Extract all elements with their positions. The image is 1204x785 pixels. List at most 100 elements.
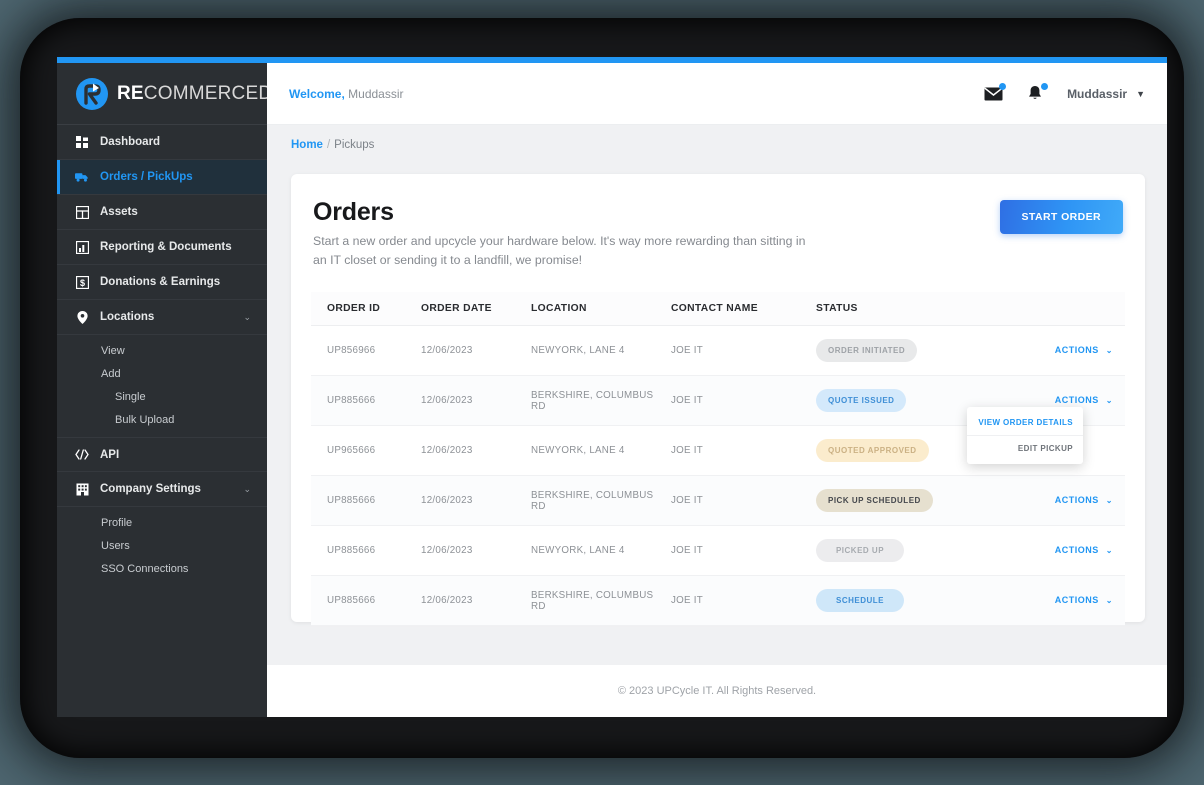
sidebar-item-orders-pickups[interactable]: Orders / PickUps (57, 160, 267, 195)
envelope-icon[interactable] (983, 82, 1007, 104)
user-menu[interactable]: Muddassir ▼ (1067, 87, 1145, 101)
start-order-button[interactable]: START ORDER (999, 200, 1123, 234)
company-settings-submenu: Profile Users SSO Connections (57, 507, 267, 586)
sidebar-subitem-sso-connections[interactable]: SSO Connections (57, 557, 267, 580)
cell-order-id: UP885666 (311, 575, 421, 627)
cell-status: PICKED UP (816, 525, 1016, 577)
menu-item-edit-pickup[interactable]: EDIT PICKUP (967, 436, 1083, 461)
breadcrumb-separator: / (326, 139, 331, 151)
cell-location: BERKSHIRE, COLUMBUS RD (531, 575, 671, 627)
chevron-down-icon: ⌄ (1105, 545, 1113, 555)
actions-dropdown-menu: VIEW ORDER DETAILS EDIT PICKUP (967, 407, 1083, 465)
table-row: UP885666 12/06/2023 BERKSHIRE, COLUMBUS RD… (311, 475, 1125, 527)
sidebar-item-label: Donations & Earnings (100, 276, 221, 288)
sidebar-item-assets[interactable]: Assets (57, 195, 267, 230)
cell-order-id: UP885666 (311, 525, 421, 577)
chevron-down-icon: ⌄ (1105, 345, 1113, 355)
locations-submenu: View Add Single Bulk Upload (57, 335, 267, 437)
cell-actions: ACTIONS ⌄ (1016, 325, 1125, 377)
cell-order-date: 12/06/2023 (421, 525, 531, 577)
topbar-actions: Muddassir ▼ (983, 82, 1145, 104)
main-area: Welcome, Muddassir Muddassir ▼ Home / Pi… (267, 63, 1167, 717)
actions-label: ACTIONS (1054, 545, 1099, 556)
cell-contact-name: JOE IT (671, 475, 816, 527)
cell-location: BERKSHIRE, COLUMBUS RD (531, 475, 671, 527)
sidebar-item-company-settings[interactable]: Company Settings ⌄ (57, 472, 267, 507)
assets-grid-icon (75, 205, 89, 219)
envelope-badge-dot (999, 82, 1007, 90)
sidebar-item-dashboard[interactable]: Dashboard (57, 125, 267, 160)
cell-actions: ACTIONS ⌄ VIEW ORDER DETAILS EDIT PICKUP (967, 375, 1125, 465)
breadcrumb: Home / Pickups (267, 125, 1167, 165)
cell-status: PICK UP SCHEDULED (816, 475, 1016, 527)
column-header-location: LOCATION (531, 292, 671, 327)
building-icon (75, 482, 89, 496)
sidebar-subitem-profile[interactable]: Profile (57, 511, 267, 534)
brand-logo-bold: RE (117, 82, 144, 104)
sidebar-item-api[interactable]: API (57, 437, 267, 472)
sidebar-item-donations-earnings[interactable]: $ Donations & Earnings (57, 265, 267, 300)
footer: © 2023 UPCycle IT. All Rights Reserved. (267, 665, 1167, 717)
sidebar-item-locations[interactable]: Locations ⌄ (57, 300, 267, 335)
column-header-order-date: ORDER DATE (421, 292, 531, 327)
chevron-down-icon: ⌄ (1105, 395, 1113, 405)
orders-card-header: Orders Start a new order and upcycle you… (311, 198, 1125, 270)
bell-icon[interactable] (1025, 82, 1049, 104)
cell-order-id: UP885666 (311, 475, 421, 527)
bar-chart-icon (75, 240, 89, 254)
actions-label: ACTIONS (1054, 395, 1099, 406)
breadcrumb-home[interactable]: Home (291, 139, 323, 151)
brand-logo-text: RECOMMERCED (117, 83, 272, 105)
cell-order-date: 12/06/2023 (421, 375, 531, 427)
sidebar-item-label: API (100, 448, 120, 461)
cell-status: SCHEDULE (816, 575, 1016, 627)
sidebar-subitem-single[interactable]: Single (57, 385, 267, 408)
chevron-down-icon: ▼ (1136, 88, 1145, 99)
table-row: UP856966 12/06/2023 NEWYORK, LANE 4 JOE IT O… (311, 325, 1125, 377)
sidebar-item-label: Assets (100, 206, 138, 218)
sidebar-subitem-add[interactable]: Add (57, 362, 267, 385)
sidebar-item-label: Dashboard (100, 136, 161, 148)
status-badge: PICKED UP (816, 539, 904, 563)
cell-actions: ACTIONS ⌄ (1016, 525, 1125, 577)
cell-location: NEWYORK, LANE 4 (531, 325, 671, 377)
brand-logo-rest: COMMERCED (143, 82, 273, 104)
status-badge: ORDER INITIATED (816, 339, 918, 363)
sidebar-item-reporting-documents[interactable]: Reporting & Documents (57, 230, 267, 265)
table-row: UP885666 12/06/2023 BERKSHIRE, COLUMBUS RD… (311, 575, 1125, 627)
cell-location: BERKSHIRE, COLUMBUS RD (531, 375, 671, 427)
menu-item-view-order-details[interactable]: VIEW ORDER DETAILS (967, 410, 1083, 437)
sidebar-subitem-view[interactable]: View (57, 339, 267, 362)
orders-table-body: UP856966 12/06/2023 NEWYORK, LANE 4 JOE IT O… (311, 325, 1125, 627)
actions-button[interactable]: ACTIONS ⌄ (1055, 595, 1113, 605)
welcome-message: Welcome, Muddassir (289, 87, 404, 101)
application-window: RECOMMERCED Dashboard Orders / PickUps A… (57, 57, 1167, 717)
orders-card: Orders Start a new order and upcycle you… (291, 174, 1145, 627)
page-subtitle: Start a new order and upcycle your hardw… (313, 234, 806, 268)
orders-table: ORDER ID ORDER DATE LOCATION CONTACT NAM… (311, 292, 1125, 627)
actions-button[interactable]: ACTIONS ⌄ (1055, 395, 1113, 405)
breadcrumb-current: Pickups (334, 139, 375, 151)
actions-button[interactable]: ACTIONS ⌄ (1055, 545, 1113, 555)
copyright-text: © 2023 UPCycle IT. All Rights Reserved. (617, 685, 817, 697)
sidebar-subitem-bulk-upload[interactable]: Bulk Upload (57, 408, 267, 431)
sidebar-nav: Dashboard Orders / PickUps Assets Report… (57, 125, 267, 586)
screen: RECOMMERCED Dashboard Orders / PickUps A… (0, 0, 1204, 785)
sidebar-subitem-users[interactable]: Users (57, 534, 267, 557)
actions-button[interactable]: ACTIONS ⌄ (1055, 345, 1113, 355)
table-row: UP885666 12/06/2023 BERKSHIRE, COLUMBUS RD… (311, 375, 1125, 465)
brand-logo[interactable]: RECOMMERCED (57, 63, 272, 125)
cell-actions: ACTIONS ⌄ (1016, 575, 1125, 627)
status-badge: PICK UP SCHEDULED (816, 489, 933, 513)
user-name: Muddassir (1067, 86, 1128, 101)
cell-contact-name: JOE IT (671, 425, 816, 477)
bell-badge-dot (1041, 82, 1049, 90)
welcome-label: Welcome, (289, 86, 345, 101)
actions-button[interactable]: ACTIONS ⌄ (1055, 495, 1113, 505)
table-row: UP885666 12/06/2023 NEWYORK, LANE 4 JOE IT P… (311, 525, 1125, 577)
sidebar-item-label: Locations (100, 311, 155, 323)
code-icon (75, 448, 89, 462)
sidebar-item-label: Reporting & Documents (100, 241, 232, 253)
cell-order-date: 12/06/2023 (421, 425, 531, 477)
status-badge: SCHEDULE (816, 589, 904, 613)
